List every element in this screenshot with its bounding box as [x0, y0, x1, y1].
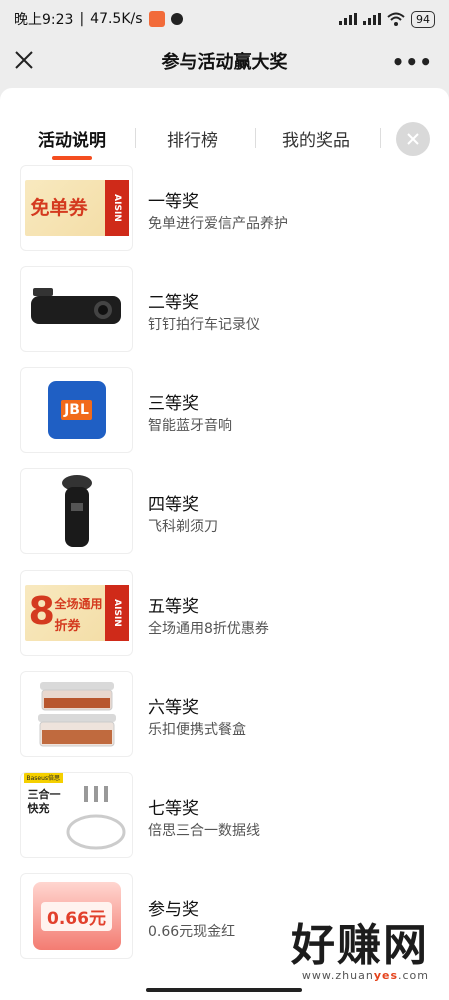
- prize-item-7: Baseus倍思 三合一 快充 七等奖 倍思三合一数据线: [20, 772, 440, 858]
- tab-leaderboard[interactable]: 排行榜: [167, 126, 218, 151]
- shaver-image: [61, 475, 92, 547]
- signal-icon: [339, 13, 357, 25]
- signal-icon-2: [363, 13, 381, 25]
- qq-icon: [170, 13, 183, 25]
- site-watermark: 好赚网 www.zhuanyes.com: [291, 909, 429, 982]
- dashcam-image: [30, 288, 121, 324]
- prize-title: 五等奖: [148, 597, 199, 617]
- home-indicator[interactable]: [146, 988, 302, 992]
- prize-title: 六等奖: [148, 698, 199, 718]
- red-packet-image: 0.66元: [32, 882, 121, 950]
- prize-title: 一等奖: [148, 192, 199, 212]
- prize-thumbnail: Baseus倍思 三合一 快充: [20, 772, 133, 858]
- prize-item-2: 二等奖 钉钉拍行车记录仪: [20, 266, 440, 352]
- status-bar: 晚上9:23 | 47.5K/s 94: [0, 0, 449, 38]
- prize-thumbnail: [20, 266, 133, 352]
- prize-desc: 倍思三合一数据线: [148, 823, 260, 839]
- cable-brand: Baseus倍思: [23, 773, 64, 783]
- wifi-icon: [387, 12, 405, 26]
- tab-divider: [135, 128, 136, 148]
- active-tab-indicator: [52, 156, 92, 160]
- status-time: 晚上9:23: [14, 12, 74, 28]
- coupon-brand: AISIN: [111, 599, 122, 627]
- battery-icon: 94: [411, 10, 435, 28]
- coupon-text: 免单券: [30, 197, 88, 219]
- sheet-close-button[interactable]: [396, 122, 430, 156]
- prize-desc: 钉钉拍行车记录仪: [148, 317, 260, 333]
- discount-coupon-image: 8 全场通用 折券 AISIN: [24, 585, 129, 641]
- prize-thumbnail: [20, 671, 133, 757]
- prize-desc: 智能蓝牙音响: [148, 418, 232, 434]
- prize-item-1: 免单券 AISIN 一等奖 免单进行爱信产品养护: [20, 165, 440, 251]
- lunchbox-image: [37, 682, 116, 747]
- watermark-main: 好赚网: [291, 920, 429, 971]
- prize-item-6: 六等奖 乐扣便携式餐盒: [20, 671, 440, 757]
- prize-desc: 飞科剃须刀: [148, 519, 218, 535]
- coupon-big-number: 8: [28, 589, 55, 633]
- tab-activity-info[interactable]: 活动说明: [38, 126, 106, 151]
- prize-thumbnail: JBL: [20, 367, 133, 453]
- coupon-brand: AISIN: [111, 194, 122, 222]
- prize-thumbnail: [20, 468, 133, 554]
- nav-bar: 参与活动赢大奖 •••: [0, 38, 449, 84]
- prize-sheet: 活动说明 排行榜 我的奖品 免单券 AISIN 一等奖 免单进行爱信产品养护 二…: [0, 88, 449, 1000]
- prize-item-5: 8 全场通用 折券 AISIN 五等奖 全场通用8折优惠券: [20, 570, 440, 656]
- prize-item-3: JBL 三等奖 智能蓝牙音响: [20, 367, 440, 453]
- tab-divider: [380, 128, 381, 148]
- speaker-image: JBL: [47, 381, 106, 439]
- prize-desc: 乐扣便携式餐盒: [148, 722, 246, 738]
- cable-drawing: [66, 786, 125, 850]
- coupon-line2: 折券: [54, 619, 81, 634]
- page-title: 参与活动赢大奖: [161, 52, 288, 73]
- cable-line2: 快充: [27, 802, 50, 815]
- speaker-logo: JBL: [61, 400, 92, 420]
- prize-item-4: 四等奖 飞科剃须刀: [20, 468, 440, 554]
- watermark-url: www.zhuanyes.com: [301, 969, 429, 982]
- prize-title: 二等奖: [148, 293, 199, 313]
- coupon-line1: 全场通用: [54, 597, 103, 611]
- prize-desc: 全场通用8折优惠券: [148, 621, 269, 637]
- prize-title: 七等奖: [148, 799, 199, 819]
- red-packet-value: 0.66元: [41, 901, 112, 931]
- prize-title: 四等奖: [148, 495, 199, 515]
- battery-level: 94: [416, 12, 430, 26]
- prize-desc: 0.66元现金红: [148, 924, 236, 940]
- cable-image: Baseus倍思 三合一 快充: [21, 773, 132, 857]
- free-coupon-image: 免单券 AISIN: [24, 180, 129, 236]
- more-options-icon[interactable]: •••: [392, 50, 433, 74]
- tab-my-prizes[interactable]: 我的奖品: [282, 126, 350, 151]
- prize-thumbnail: 8 全场通用 折券 AISIN: [20, 570, 133, 656]
- prize-desc: 免单进行爱信产品养护: [148, 216, 288, 232]
- tab-bar: 活动说明 排行榜 我的奖品: [0, 116, 449, 160]
- status-net-speed: 47.5K/s: [90, 11, 143, 27]
- prize-title: 三等奖: [148, 394, 199, 414]
- close-icon: [407, 133, 419, 145]
- app-notification-icon: [148, 11, 165, 27]
- prize-thumbnail: 免单券 AISIN: [20, 165, 133, 251]
- prize-thumbnail: 0.66元: [20, 873, 133, 959]
- prize-title: 参与奖: [148, 900, 199, 920]
- close-icon[interactable]: [12, 48, 36, 72]
- tab-divider: [255, 128, 256, 148]
